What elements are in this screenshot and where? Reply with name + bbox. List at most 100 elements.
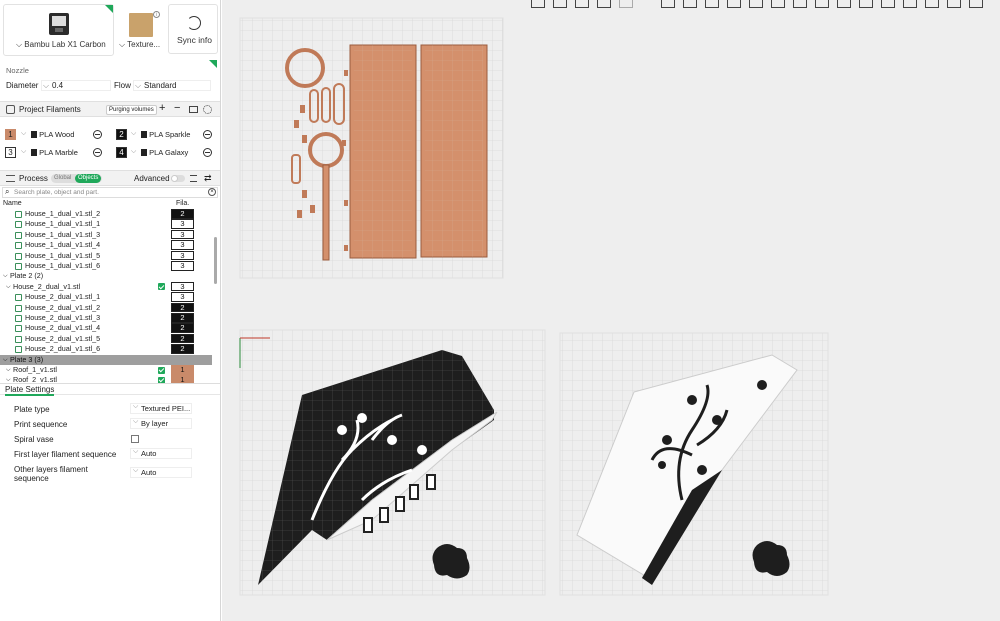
filament-select[interactable]: 3 — [171, 250, 194, 261]
filament-select[interactable]: 3 — [171, 261, 194, 271]
table-row[interactable]: House_1_dual_v1.stl_5 3 — [0, 250, 212, 261]
filament-select[interactable]: 1 — [171, 365, 194, 375]
table-row[interactable]: House_2_dual_v1.stl_1 3 — [0, 292, 212, 302]
filament-3-swatch[interactable]: 3 — [5, 147, 16, 158]
filament-select[interactable]: 2 — [171, 333, 194, 344]
plate-row[interactable]: ⌵ Plate 3 (3) — [0, 354, 212, 365]
close-icon[interactable]: × — [208, 188, 216, 196]
part-icon — [15, 211, 22, 218]
filament-select[interactable]: 2 — [171, 313, 194, 323]
plate-settings-title[interactable]: Plate Settings — [5, 385, 55, 396]
row-name: House_2_dual_v1.stl_6 — [25, 344, 101, 354]
filament-2-name: PLA Sparkle — [141, 130, 190, 139]
filament-4-remove-icon[interactable] — [203, 148, 212, 157]
chevron-down-icon[interactable]: ⌵ — [21, 148, 26, 156]
row-name: House_1_dual_v1.stl_6 — [25, 261, 101, 270]
list-icon[interactable] — [190, 175, 197, 182]
table-row[interactable]: House_1_dual_v1.stl_2 2 — [0, 209, 212, 219]
filament-select[interactable]: 3 — [171, 292, 194, 302]
3d-viewport[interactable] — [222, 0, 1000, 621]
table-row[interactable]: House_1_dual_v1.stl_6 3 — [0, 261, 212, 271]
chevron-down-icon[interactable]: ⌵ — [3, 355, 8, 365]
filament-select[interactable]: 1 — [171, 375, 194, 383]
part-icon — [15, 252, 22, 260]
part-icon — [15, 242, 22, 250]
filament-select[interactable]: 2 — [171, 302, 194, 313]
filament-1-remove-icon[interactable] — [93, 130, 102, 139]
table-row[interactable]: ⌵ House_2_dual_v1.stl 3 — [0, 281, 212, 292]
table-row[interactable]: House_2_dual_v1.stl_6 2 — [0, 344, 212, 354]
check-icon[interactable] — [158, 366, 165, 374]
add-icon[interactable]: + — [159, 102, 165, 114]
advanced-label: Advanced — [134, 174, 170, 183]
remove-icon[interactable]: − — [174, 102, 180, 114]
sync-filament-icon[interactable] — [189, 106, 198, 113]
plate-1[interactable] — [239, 17, 504, 279]
row-name: House_1_dual_v1.stl_1 — [25, 219, 101, 229]
row-name: House_2_dual_v1.stl_2 — [25, 302, 101, 312]
print-sequence-select[interactable]: By layer — [130, 417, 192, 429]
table-row[interactable]: House_1_dual_v1.stl_4 3 — [0, 240, 212, 250]
filament-select[interactable]: 2 — [171, 209, 194, 219]
plate-row[interactable]: ⌵ Plate 2 (2) — [0, 271, 212, 281]
chevron-down-icon[interactable]: ⌵ — [6, 375, 11, 383]
row-name: House_2_dual_v1.stl — [13, 281, 81, 291]
part-icon — [15, 335, 22, 343]
chevron-down-icon[interactable]: ⌵ — [3, 271, 8, 281]
toggle-global[interactable]: Global — [54, 175, 71, 181]
corner-marker — [209, 60, 217, 68]
advanced-switch[interactable] — [171, 175, 185, 182]
table-row[interactable]: House_2_dual_v1.stl_2 2 — [0, 302, 212, 313]
gear-icon[interactable] — [203, 105, 212, 114]
chevron-down-icon[interactable]: ⌵ — [131, 148, 136, 156]
table-row[interactable]: House_1_dual_v1.stl_3 3 — [0, 229, 212, 240]
table-row[interactable]: House_1_dual_v1.stl_1 3 — [0, 219, 212, 229]
other-layers-sequence-select[interactable]: Auto — [130, 466, 192, 478]
sync-icon — [187, 16, 201, 30]
plate-settings-tab[interactable]: Plate Settings — [0, 383, 220, 396]
filament-select[interactable]: 3 — [171, 229, 194, 240]
filament-select[interactable]: 2 — [171, 323, 194, 333]
filament-4-swatch[interactable]: 4 — [116, 147, 127, 158]
flow-select[interactable]: ⌵ Standard — [133, 80, 211, 91]
spiral-vase-checkbox[interactable] — [131, 435, 139, 443]
filament-select[interactable]: 3 — [171, 240, 194, 250]
plate-3[interactable] — [559, 332, 829, 596]
plate-2[interactable] — [239, 329, 546, 596]
global-objects-toggle[interactable]: Global Objects — [51, 174, 102, 183]
row-name: Plate 3 (3) — [10, 354, 44, 364]
filament-1-swatch[interactable]: 1 — [5, 129, 16, 140]
filament-3-remove-icon[interactable] — [93, 148, 102, 157]
sync-info-button[interactable]: Sync info — [168, 4, 218, 54]
chevron-down-icon[interactable]: ⌵ — [21, 130, 26, 138]
printer-card[interactable]: ⌵ Bambu Lab X1 Carbon — [3, 4, 114, 56]
chevron-down-icon[interactable]: ⌵ — [131, 130, 136, 138]
plate-card[interactable]: i ⌵ Texture... — [117, 4, 166, 56]
table-row[interactable]: ⌵ Roof_2_v1.stl 1 — [0, 375, 212, 383]
search-box[interactable]: ⌕ Search plate, object and part. × — [2, 187, 218, 198]
plate-name: ⌵ Texture... — [119, 40, 161, 49]
corner-marker — [105, 5, 113, 13]
table-row[interactable]: House_2_dual_v1.stl_4 2 — [0, 323, 212, 333]
chevron-down-icon[interactable]: ⌵ — [6, 282, 11, 292]
check-icon[interactable] — [158, 283, 165, 291]
diameter-select[interactable]: ⌵ 0.4 — [41, 80, 111, 91]
table-row[interactable]: House_2_dual_v1.stl_5 2 — [0, 333, 212, 344]
filament-select[interactable]: 3 — [171, 281, 194, 292]
filament-3-name: PLA Marble — [31, 148, 78, 157]
purging-volumes-button[interactable]: Purging volumes — [106, 105, 157, 115]
scrollbar[interactable] — [214, 237, 217, 284]
filament-2-swatch[interactable]: 2 — [116, 129, 127, 140]
compare-icon[interactable]: ⇄ — [204, 173, 212, 184]
chevron-down-icon[interactable]: ⌵ — [6, 365, 11, 375]
table-row[interactable]: House_2_dual_v1.stl_3 2 — [0, 313, 212, 323]
filament-select[interactable]: 3 — [171, 219, 194, 229]
search-input[interactable]: Search plate, object and part. — [14, 189, 99, 196]
filament-select[interactable]: 2 — [171, 344, 194, 354]
info-icon[interactable]: i — [153, 11, 160, 18]
plate-type-select[interactable]: Textured PEI... — [130, 402, 192, 414]
first-layer-sequence-select[interactable]: Auto — [130, 447, 192, 459]
filament-2-remove-icon[interactable] — [203, 130, 212, 139]
table-row[interactable]: ⌵ Roof_1_v1.stl 1 — [0, 365, 212, 375]
toggle-objects[interactable]: Objects — [75, 174, 102, 183]
